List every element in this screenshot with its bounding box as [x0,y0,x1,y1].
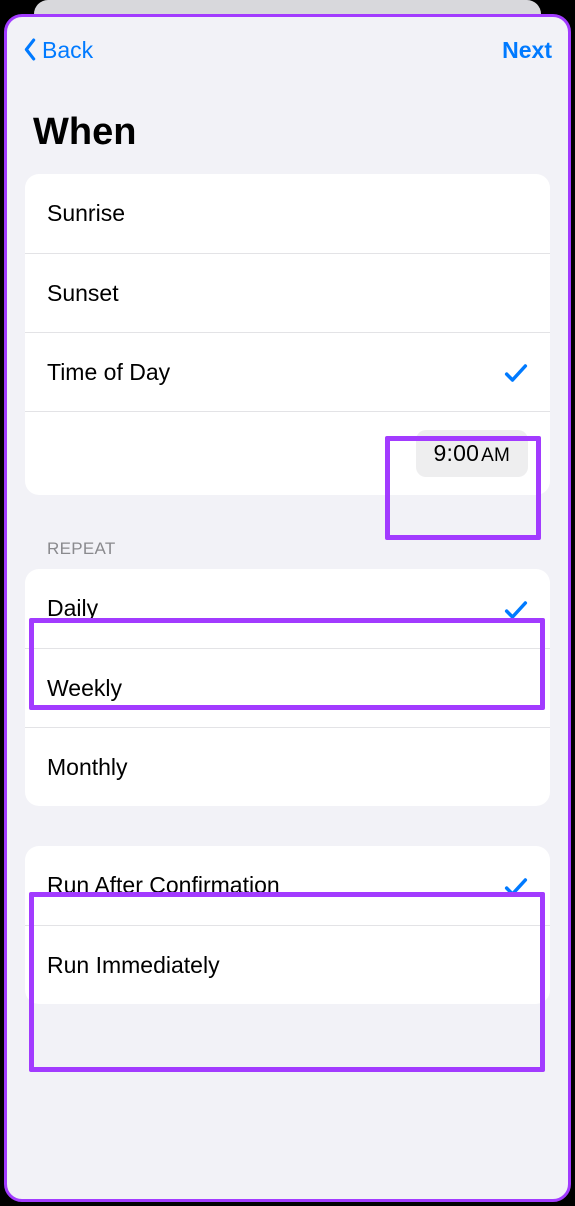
next-button[interactable]: Next [502,37,552,64]
option-daily[interactable]: Daily [25,569,550,648]
option-label: Daily [47,595,98,622]
option-weekly[interactable]: Weekly [25,648,550,727]
chevron-left-icon [23,38,38,62]
option-run-confirm[interactable]: Run After Confirmation [25,846,550,925]
nav-bar: Back Next [7,17,568,83]
option-run-immediate[interactable]: Run Immediately [25,925,550,1004]
time-ampm: AM [481,445,510,466]
option-label: Sunset [47,280,119,307]
run-group: Run After Confirmation Run Immediately [25,846,550,1004]
repeat-group: Daily Weekly Monthly [25,569,550,806]
time-picker[interactable]: 9:00AM [416,430,528,477]
option-monthly[interactable]: Monthly [25,727,550,806]
when-group: Sunrise Sunset Time of Day 9:00AM [25,174,550,495]
checkmark-icon [502,596,528,622]
checkmark-icon [502,359,528,385]
option-label: Monthly [47,754,128,781]
option-label: Time of Day [47,359,170,386]
page-title: When [7,83,568,174]
option-label: Run Immediately [47,952,220,979]
option-label: Sunrise [47,200,125,227]
time-value: 9:00 [434,440,480,466]
modal-sheet: Back Next When Sunrise Sunset Time of Da… [4,14,571,1202]
spacer [7,806,568,846]
option-label: Weekly [47,675,122,702]
option-time-of-day[interactable]: Time of Day [25,332,550,411]
time-row: 9:00AM [25,411,550,495]
back-label: Back [42,37,93,64]
back-button[interactable]: Back [23,37,93,64]
option-sunrise[interactable]: Sunrise [25,174,550,253]
repeat-header: REPEAT [7,495,568,569]
option-sunset[interactable]: Sunset [25,253,550,332]
option-label: Run After Confirmation [47,872,280,899]
checkmark-icon [502,873,528,899]
